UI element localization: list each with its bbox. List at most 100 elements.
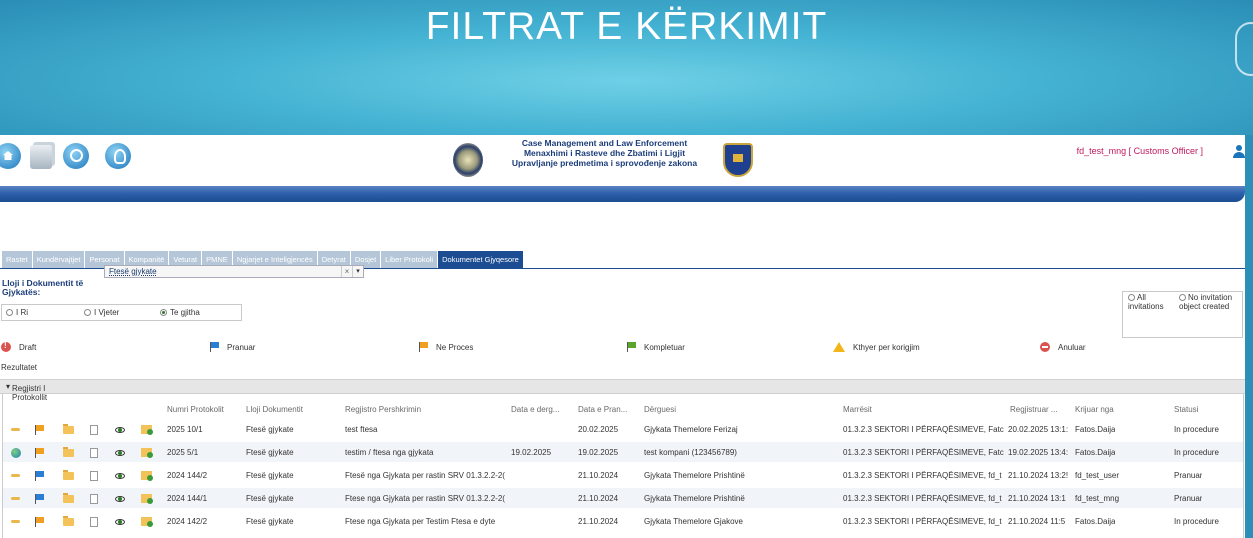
cell-pershkrimi: test ftesa [345,425,378,434]
cell-pershkrimi: Ftese nga Gjykata per Testim Ftesa e dyt… [345,517,496,526]
slide-title: FILTRAT E KËRKIMIT [425,5,828,48]
radio-i-ri[interactable]: I Ri [6,308,28,317]
table-row[interactable]: 2025 10/1 Ftesë gjykate test ftesa 20.02… [3,419,1243,439]
folder-icon[interactable] [63,447,74,457]
cell-krijuar: fd_test_mng [1075,494,1120,503]
edit-icon[interactable] [141,494,153,504]
draft-icon [1,341,11,352]
legend-label: Anuluar [1058,342,1086,352]
cell-krijuar: Fatos.Daija [1075,517,1116,526]
customs-emblem-icon [453,143,483,177]
document-icon[interactable] [90,448,98,458]
folder-icon[interactable] [63,516,74,526]
table-row[interactable]: 2024 142/2 Ftesë gjykate Ftese nga Gjyka… [3,511,1243,531]
group-header[interactable]: ▾ Regjistri I Protokollit [0,379,1245,402]
clear-icon[interactable]: × [341,266,352,277]
table-row[interactable]: 2025 5/1 Ftesë gjykate testim / ftesa ng… [3,442,1243,462]
view-icon[interactable] [115,496,125,502]
app-header: Case Management and Law Enforcement Mena… [0,135,1245,185]
folder-icon[interactable] [63,493,74,503]
folder-icon[interactable] [63,424,74,434]
view-icon[interactable] [115,473,125,479]
globe-icon [11,448,21,458]
radio-button-icon[interactable] [1179,294,1186,301]
legend-kthyer: Kthyer per korigjim [833,342,920,352]
chevron-down-icon[interactable]: ▾ [352,266,363,277]
tab-rastet[interactable]: Rastet [2,251,32,268]
tab-liber-protokoli[interactable]: Liber Protokoli [381,251,438,268]
current-user[interactable]: fd_test_mng [ Customs Officer ] [1077,146,1203,156]
cell-regjistruar: 21.10.2024 13:2! [1008,471,1069,480]
cell-statusi: Pranuar [1174,471,1203,480]
edit-icon[interactable] [141,425,153,435]
column-header[interactable]: Data e Pran... [578,405,627,414]
document-icon[interactable] [90,517,98,527]
user-icon[interactable] [1231,145,1245,159]
table-row[interactable]: 2024 144/1 Ftesë gjykate Ftese nga Gjyka… [3,488,1243,508]
radio-all-invitations[interactable]: All invitations [1128,293,1178,311]
view-icon[interactable] [115,519,125,525]
green-flag-icon [626,342,636,352]
column-header[interactable]: Dërguesi [644,405,676,414]
cell-numri: 2025 10/1 [167,425,203,434]
document-icon[interactable] [90,471,98,481]
table-row[interactable]: 2024 144/2 Ftesë gjykate Ftesë nga Gjyka… [3,465,1243,485]
document-icon[interactable] [90,425,98,435]
legend-pranuar: Pranuar [209,342,255,352]
column-header[interactable]: Data e derg... [511,405,559,414]
radio-i-vjeter[interactable]: I Vjeter [84,308,119,317]
column-header[interactable]: Lloji Dokumentit [246,405,303,414]
radio-button-icon[interactable] [1128,294,1135,301]
cell-numri: 2024 144/2 [167,471,208,480]
arrow-icon [11,520,20,523]
lightbulb-icon[interactable] [105,143,131,169]
document-type-value: Ftesë gjykate [109,267,157,276]
cell-regjistruar: 21.10.2024 13:1 [1008,494,1066,503]
legend-label: Draft [19,342,37,352]
column-header[interactable]: Marrësit [843,405,872,414]
cell-regjistruar: 20.02.2025 13:1: [1008,425,1069,434]
radio-no-invitation-object[interactable]: No invitation object created [1179,293,1241,311]
legend-anuluar: Anuluar [1040,342,1086,352]
edit-icon[interactable] [141,448,153,458]
folder-icon[interactable] [63,470,74,480]
home-icon[interactable] [0,143,21,169]
app-window: Case Management and Law Enforcement Mena… [0,135,1245,538]
edit-icon[interactable] [141,471,153,481]
app-title-line: Menaxhimi i Rasteve dhe Zbatimi i Ligjit [523,148,686,158]
column-header[interactable]: Regjistro Pershkrimin [345,405,421,414]
invitation-radio-group: All invitations No invitation object cre… [1122,291,1243,338]
document-type-select[interactable]: Ftesë gjykate × ▾ [104,265,364,278]
column-header[interactable]: Statusi [1174,405,1198,414]
status-radio-group: I Ri I Vjeter Te gjitha [1,304,242,321]
group-label[interactable]: ▾ Regjistri I Protokollit [6,382,47,402]
radio-button-icon[interactable] [6,309,13,316]
cell-data-pran: 21.10.2024 [578,494,619,503]
cell-pershkrimi: testim / ftesa nga gjykata [345,448,434,457]
view-icon[interactable] [115,450,125,456]
column-header[interactable]: Regjistruar ... [1010,405,1058,414]
cell-data-pran: 21.10.2024 [578,517,619,526]
view-icon[interactable] [115,427,125,433]
search-icon[interactable] [63,143,89,169]
radio-button-selected-icon[interactable] [160,309,167,316]
edit-icon[interactable] [141,517,153,527]
document-icon[interactable] [90,494,98,504]
radio-label: Te gjitha [170,308,200,317]
tab-dokumentet-gjyqesore[interactable]: Dokumentet Gjyqesore [438,251,523,268]
radio-button-icon[interactable] [84,309,91,316]
tab-kundervajtjet[interactable]: Kundërvajtjet [32,251,85,268]
radio-te-gjitha[interactable]: Te gjitha [160,308,200,317]
cell-marresit: 01.3.2.3 SEKTORI I PËRFAQËSIMEVE, fd_t [843,471,1002,480]
legend-label: Pranuar [227,342,256,352]
column-header[interactable]: Numri Protokolit [167,405,224,414]
documents-icon[interactable] [30,145,52,169]
radio-label: I Vjeter [94,308,120,317]
arrow-icon [11,497,20,500]
column-header[interactable]: Krijuar nga [1075,405,1114,414]
legend-draft: Draft [1,341,37,352]
orange-flag-icon [35,517,46,527]
cell-statusi: In procedure [1174,517,1219,526]
results-label: Rezultatet [1,363,38,372]
orange-flag-icon [35,448,46,458]
